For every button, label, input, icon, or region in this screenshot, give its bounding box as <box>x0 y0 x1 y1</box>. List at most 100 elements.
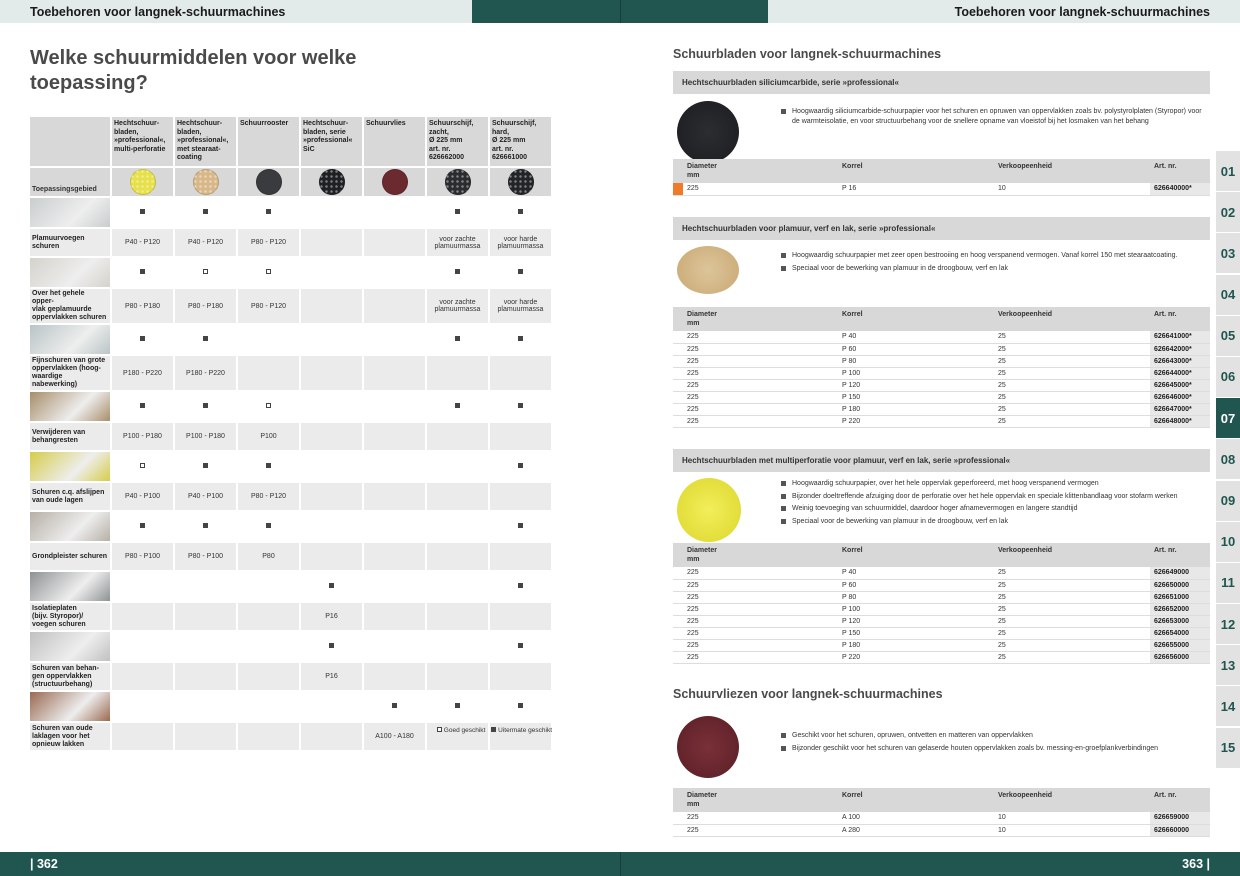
grit-range: P16 <box>300 662 364 692</box>
suitability-mark <box>426 631 490 663</box>
suitability-mark <box>174 511 238 543</box>
grit-range <box>426 542 490 572</box>
col-verkoopeenheid: Verkoopeenheid <box>994 159 1150 183</box>
chapter-tab[interactable]: 11 <box>1216 562 1240 603</box>
grit-range <box>489 662 553 692</box>
suitability-mark <box>489 257 553 289</box>
application-photo <box>30 631 112 663</box>
chapter-tab[interactable]: 15 <box>1216 727 1240 768</box>
col-diameter: Diameter mm <box>683 307 838 331</box>
suitability-mark <box>300 451 364 483</box>
product-image <box>237 167 301 198</box>
suitability-mark <box>300 391 364 423</box>
suitability-mark <box>300 631 364 663</box>
grit-range: P80 <box>237 542 301 572</box>
chapter-tab[interactable]: 05 <box>1216 315 1240 356</box>
table-row: 225 P 80 25 626651000 <box>673 591 1210 604</box>
section2-bullets: Hoogwaardig schuurpapier met zeer open b… <box>781 251 1181 276</box>
suitability-mark <box>363 391 427 423</box>
suitability-mark <box>489 324 553 356</box>
application-label: Verwijderen van behangresten <box>30 422 112 452</box>
suitability-mark <box>237 631 301 663</box>
suitability-mark <box>363 571 427 603</box>
grit-range: P40 - P120 <box>111 228 175 258</box>
application-matrix: Hechtschuur-bladen, »professional«, multi-… <box>30 117 553 752</box>
chapter-tab[interactable]: 07 <box>1216 398 1240 439</box>
grit-range <box>489 542 553 572</box>
legend-filled-marker <box>491 727 497 732</box>
chapter-tab[interactable]: 04 <box>1216 274 1240 315</box>
grit-range: P80 - P180 <box>111 288 175 325</box>
table-row: 225 P 220 25 626656000 <box>673 651 1210 664</box>
bullet-item: Bijzonder geschikt voor het schuren van … <box>781 744 1206 754</box>
suitability-mark <box>174 571 238 603</box>
col-korrel: Korrel <box>838 159 994 183</box>
chapter-tab[interactable]: 06 <box>1216 356 1240 397</box>
application-photo <box>30 391 112 423</box>
grit-range: P40 - P120 <box>174 228 238 258</box>
header-left: Toebehoren voor langnek-schuurmachines <box>0 0 472 23</box>
grit-range <box>363 288 427 325</box>
suitability-mark <box>237 391 301 423</box>
grit-range: voor harde plamuurmassa <box>489 228 553 258</box>
table-row: 225 P 220 25 626648000* <box>673 415 1210 428</box>
suitability-mark <box>174 631 238 663</box>
grit-range <box>237 662 301 692</box>
grit-range <box>363 542 427 572</box>
stearate-disc-image <box>677 246 739 294</box>
suitability-mark <box>237 511 301 543</box>
grit-range: voor harde plamuurmassa <box>489 288 553 325</box>
chapter-tab[interactable]: 10 <box>1216 521 1240 562</box>
column-header: Hechtschuur-bladen, »professional«, met st… <box>174 117 238 168</box>
section1-bullets: Hoogwaardig siliciumcarbide-schuurpapier… <box>781 107 1206 129</box>
suitability-mark <box>237 257 301 289</box>
grit-range <box>300 228 364 258</box>
suitability-mark <box>489 571 553 603</box>
chapter-tab[interactable]: 14 <box>1216 686 1240 727</box>
table-row: 225 P 150 25 626654000 <box>673 627 1210 640</box>
application-label: Plamuurvoegen schuren <box>30 228 112 258</box>
suitability-mark <box>426 324 490 356</box>
grit-range: P80 - P120 <box>237 288 301 325</box>
sic-disc-image <box>677 101 739 163</box>
corner-label: Toepassingsgebied <box>30 167 112 198</box>
suitability-mark <box>174 257 238 289</box>
grit-range <box>426 662 490 692</box>
chapter-tab[interactable]: 02 <box>1216 192 1240 233</box>
suitability-mark <box>237 571 301 603</box>
table-row: 225 P 120 25 626653000 <box>673 615 1210 628</box>
suitability-mark <box>363 257 427 289</box>
multiperforation-disc-image <box>677 478 741 542</box>
col-artnr: Art. nr. <box>1150 543 1210 567</box>
col-verkoopeenheid: Verkoopeenheid <box>994 307 1150 331</box>
grit-range <box>300 482 364 512</box>
matrix-header-empty <box>30 117 112 168</box>
column-header: Schuurvlies <box>363 117 427 168</box>
table-row: 225 P 40 25 626641000* <box>673 331 1210 344</box>
grit-range <box>363 602 427 632</box>
chapter-tab[interactable]: 03 <box>1216 233 1240 274</box>
grit-range <box>237 355 301 392</box>
suitability-mark <box>111 324 175 356</box>
suitability-mark <box>426 197 490 229</box>
table-row: 225 P 120 25 626645000* <box>673 379 1210 392</box>
suitability-mark <box>300 691 364 723</box>
grit-range: P100 - P180 <box>111 422 175 452</box>
col-diameter: Diameter mm <box>683 788 838 812</box>
grit-range <box>489 355 553 392</box>
chapter-tab[interactable]: 13 <box>1216 645 1240 686</box>
chapter-tab[interactable]: 12 <box>1216 604 1240 645</box>
grit-range <box>363 482 427 512</box>
legend-filled-label: Uitermate geschikt <box>498 727 552 734</box>
legend-open-marker <box>436 727 442 732</box>
suitability-mark <box>426 257 490 289</box>
table-row: 225 P 150 25 626646000* <box>673 391 1210 404</box>
chapter-tab[interactable]: 09 <box>1216 480 1240 521</box>
chapter-tab[interactable]: 01 <box>1216 151 1240 191</box>
chapter-tab[interactable]: 08 <box>1216 439 1240 480</box>
grit-range <box>174 662 238 692</box>
grit-range: P180 - P220 <box>111 355 175 392</box>
suitability-mark <box>489 691 553 723</box>
grit-range <box>111 662 175 692</box>
grit-range: P100 - P180 <box>174 422 238 452</box>
